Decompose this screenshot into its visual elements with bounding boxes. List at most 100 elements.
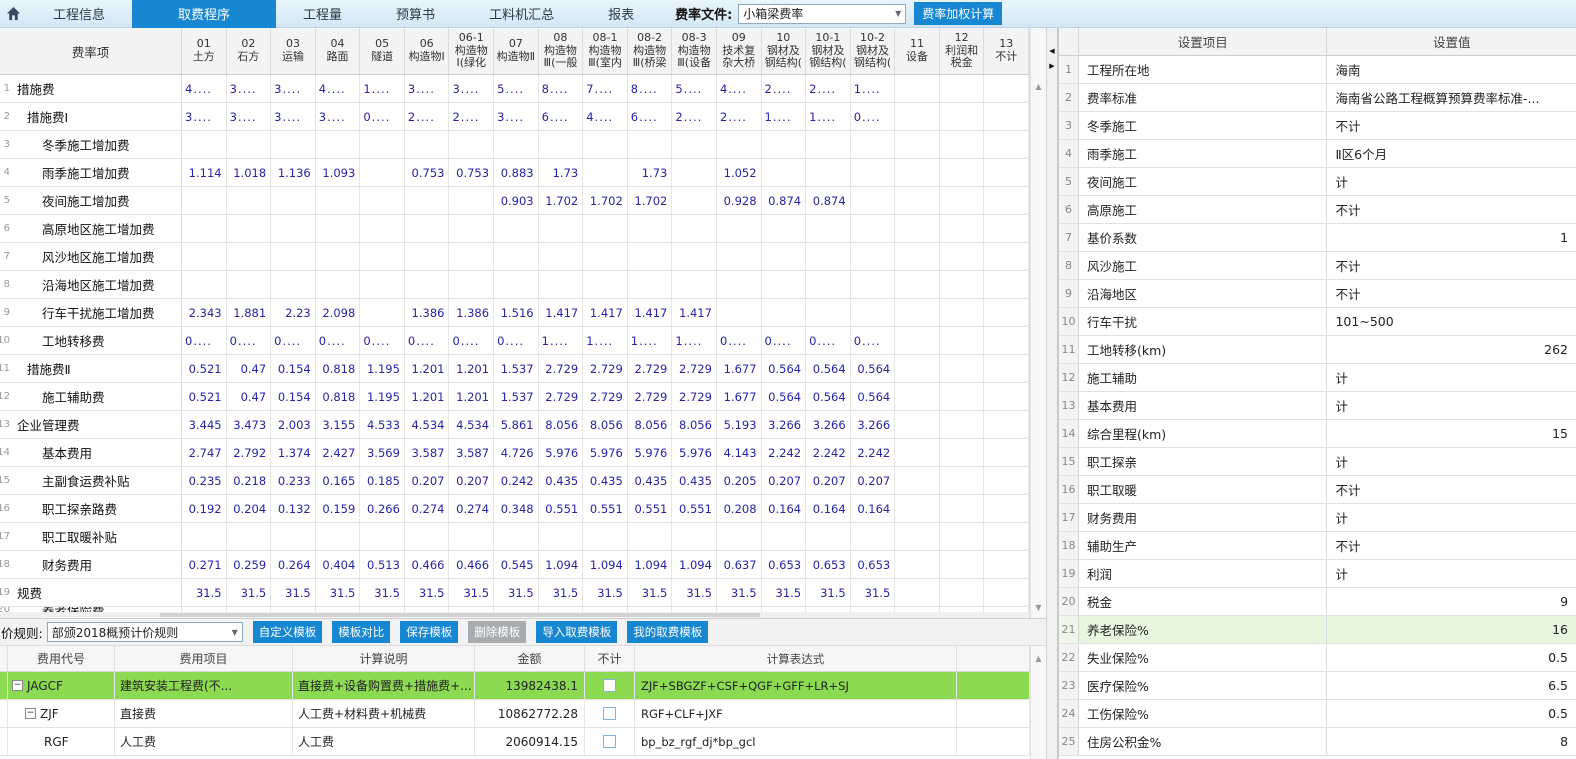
- fee-value-cell[interactable]: [984, 467, 1029, 494]
- fee-value-cell[interactable]: 1.537: [494, 383, 539, 410]
- fee-table-row[interactable]: 4 雨季施工增加费 1.1141.0181.1361.0930.7530.753…: [0, 159, 1029, 187]
- fee-value-cell[interactable]: [851, 187, 896, 214]
- fee-value-cell[interactable]: 2.242: [762, 439, 807, 466]
- fee-column-header[interactable]: 05 隧道: [360, 28, 405, 74]
- tab[interactable]: 取费程序: [132, 0, 276, 28]
- fee-value-cell[interactable]: [583, 159, 628, 186]
- fee-value-cell[interactable]: 0....: [360, 103, 405, 130]
- fee-value-cell[interactable]: 31.5: [316, 579, 361, 606]
- fee-value-cell[interactable]: [405, 271, 450, 298]
- fee-value-cell[interactable]: 0....: [762, 327, 807, 354]
- fee-value-cell[interactable]: [895, 467, 940, 494]
- fee-value-cell[interactable]: [851, 215, 896, 242]
- fee-value-cell[interactable]: 0....: [717, 327, 762, 354]
- fee-value-cell[interactable]: [405, 523, 450, 550]
- fee-value-cell[interactable]: [940, 215, 985, 242]
- fee-value-cell[interactable]: 0.435: [628, 467, 673, 494]
- fee-value-cell[interactable]: 1.094: [628, 551, 673, 578]
- scroll-up-icon[interactable]: ▲: [1035, 654, 1041, 664]
- fee-value-cell[interactable]: 3....: [227, 75, 272, 102]
- fee-column-header[interactable]: 06-1 构造物Ⅰ(绿化: [449, 28, 494, 74]
- fee-value-cell[interactable]: [984, 271, 1029, 298]
- exclude-checkbox[interactable]: [603, 679, 616, 692]
- fee-table-row[interactable]: 15 主副食运费补贴 0.2350.2180.2330.1650.1850.20…: [0, 467, 1029, 495]
- fee-value-cell[interactable]: 0....: [405, 327, 450, 354]
- fee-value-cell[interactable]: [895, 271, 940, 298]
- rate-file-dropdown[interactable]: 小箱梁费率 ▼: [738, 4, 906, 24]
- fee-value-cell[interactable]: 1....: [806, 103, 851, 130]
- fee-value-cell[interactable]: [182, 131, 227, 158]
- setting-value[interactable]: 计: [1327, 448, 1576, 475]
- fee-value-cell[interactable]: [806, 299, 851, 326]
- fee-value-cell[interactable]: 31.5: [494, 579, 539, 606]
- fee-value-cell[interactable]: 0....: [851, 103, 896, 130]
- fee-value-cell[interactable]: 0.435: [583, 467, 628, 494]
- settings-row[interactable]: 21 养老保险% 16: [1059, 616, 1576, 644]
- fee-value-cell[interactable]: [717, 299, 762, 326]
- fee-value-cell[interactable]: [449, 271, 494, 298]
- fee-value-cell[interactable]: 4.533: [360, 411, 405, 438]
- fee-value-cell[interactable]: [672, 243, 717, 270]
- fee-value-cell[interactable]: 5.976: [672, 439, 717, 466]
- fee-value-cell[interactable]: [940, 523, 985, 550]
- settings-row[interactable]: 17 财务费用 计: [1059, 504, 1576, 532]
- fee-value-cell[interactable]: [271, 523, 316, 550]
- fee-value-cell[interactable]: 0.513: [360, 551, 405, 578]
- fee-value-cell[interactable]: 0.132: [271, 495, 316, 522]
- fee-value-cell[interactable]: [628, 215, 673, 242]
- fee-column-header[interactable]: 07 构造物Ⅱ: [494, 28, 539, 74]
- setting-value[interactable]: 计: [1327, 560, 1576, 587]
- fee-value-cell[interactable]: [182, 271, 227, 298]
- fee-value-cell[interactable]: [895, 579, 940, 606]
- template-button[interactable]: 删除模板: [468, 621, 526, 643]
- fee-value-cell[interactable]: 0.564: [851, 355, 896, 382]
- fee-column-header[interactable]: 10 钢材及钢结构(: [762, 28, 807, 74]
- setting-value[interactable]: 1: [1327, 224, 1576, 251]
- fee-value-cell[interactable]: [806, 159, 851, 186]
- fee-table-row[interactable]: 12 施工辅助费 0.5210.470.1540.8181.1951.2011.…: [0, 383, 1029, 411]
- fee-value-cell[interactable]: 0.205: [717, 467, 762, 494]
- fee-value-cell[interactable]: 0.653: [851, 551, 896, 578]
- settings-row[interactable]: 6 高原施工 不计: [1059, 196, 1576, 224]
- fee-value-cell[interactable]: 0.235: [182, 467, 227, 494]
- fee-table-row[interactable]: 1 措施费 4....3....3....4....1....3....3...…: [0, 75, 1029, 103]
- fee-value-cell[interactable]: [494, 215, 539, 242]
- fee-value-cell[interactable]: 0....: [494, 327, 539, 354]
- fee-table-row[interactable]: 7 风沙地区施工增加费: [0, 243, 1029, 271]
- fee-value-cell[interactable]: 0.818: [316, 355, 361, 382]
- fee-value-cell[interactable]: 0.207: [405, 467, 450, 494]
- fee-value-cell[interactable]: [672, 187, 717, 214]
- settings-row[interactable]: 10 行车干扰 101~500: [1059, 308, 1576, 336]
- fee-value-cell[interactable]: 0.521: [182, 355, 227, 382]
- fee-value-cell[interactable]: 31.5: [360, 579, 405, 606]
- fee-value-cell[interactable]: [940, 551, 985, 578]
- fee-value-cell[interactable]: 31.5: [271, 579, 316, 606]
- fee-value-cell[interactable]: 1.417: [672, 299, 717, 326]
- fee-value-cell[interactable]: 4.726: [494, 439, 539, 466]
- settings-row[interactable]: 24 工伤保险% 0.5: [1059, 700, 1576, 728]
- fee-table-row[interactable]: 8 沿海地区施工增加费: [0, 271, 1029, 299]
- fee-value-cell[interactable]: [717, 243, 762, 270]
- settings-row[interactable]: 23 医疗保险% 6.5: [1059, 672, 1576, 700]
- fee-value-cell[interactable]: [672, 271, 717, 298]
- fee-table-row[interactable]: 6 高原地区施工增加费: [0, 215, 1029, 243]
- fee-column-header[interactable]: 04 路面: [316, 28, 361, 74]
- fee-value-cell[interactable]: [895, 243, 940, 270]
- fee-value-cell[interactable]: [895, 299, 940, 326]
- fee-column-header[interactable]: 09 技术复杂大桥: [717, 28, 762, 74]
- fee-value-cell[interactable]: [494, 243, 539, 270]
- fee-value-cell[interactable]: [717, 523, 762, 550]
- fee-value-cell[interactable]: 0.192: [182, 495, 227, 522]
- fee-value-cell[interactable]: 1.195: [360, 383, 405, 410]
- fee-value-cell[interactable]: [984, 299, 1029, 326]
- fee-value-cell[interactable]: [360, 271, 405, 298]
- fee-value-cell[interactable]: [449, 187, 494, 214]
- fee-column-header[interactable]: 10-1 钢材及钢结构(: [806, 28, 851, 74]
- fee-value-cell[interactable]: [316, 523, 361, 550]
- fee-value-cell[interactable]: [271, 243, 316, 270]
- fee-value-cell[interactable]: 5.976: [583, 439, 628, 466]
- fee-value-cell[interactable]: [271, 131, 316, 158]
- fee-value-cell[interactable]: [539, 243, 584, 270]
- fee-value-cell[interactable]: 0.564: [762, 355, 807, 382]
- setting-value[interactable]: 8: [1327, 728, 1576, 755]
